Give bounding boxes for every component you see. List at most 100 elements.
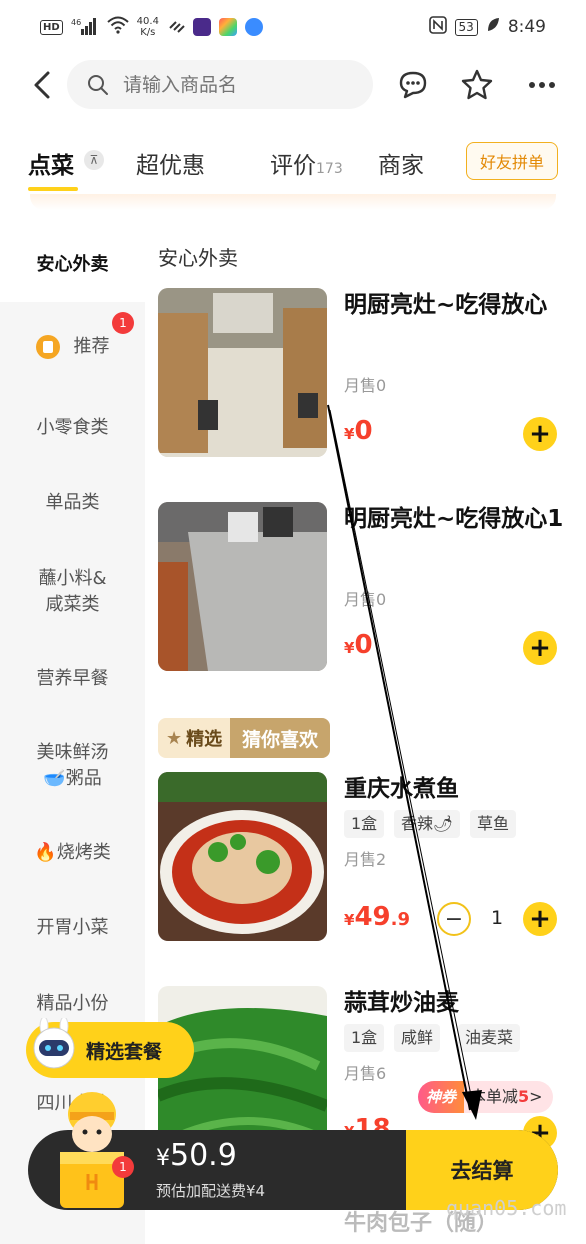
sidebar-item-label: 推荐 [73,336,110,357]
app-notification-icon [192,18,211,36]
item-name: 明厨亮灶~吃得放心1 [344,506,564,532]
sidebar-item-recommend[interactable]: 推荐 1 [0,312,145,360]
sidebar-item-single[interactable]: 单品类 [0,490,145,516]
sidebar-item-appetizers[interactable]: 开胃小菜 [0,915,145,941]
watermark-text: quan05.com [446,1196,567,1220]
sidebar-item-label: 蘸小料& [38,568,107,589]
price-symbol: ¥ [344,639,355,657]
item-name: 明厨亮灶~吃得放心 [344,292,548,318]
status-bar: HD 46 40.4 K/s 53 8:49 [0,0,586,54]
chat-bubble-icon [399,71,427,99]
item-name: 蒜茸炒油麦 [344,990,459,1016]
section-title: 安心外卖 [158,246,238,270]
price-symbol: ¥ [344,911,355,929]
increase-quantity-button[interactable]: + [523,902,557,936]
item-price: ¥0 [344,630,373,660]
search-icon [88,74,108,95]
star-icon: ★ [166,727,183,749]
coupon-promo[interactable]: 神券 本单减5> [418,1081,553,1113]
food-image[interactable] [158,772,327,941]
add-to-cart-button[interactable]: + [523,417,557,451]
pin-top-icon[interactable]: ⊼ [84,150,104,170]
link-icon [167,16,185,39]
monthly-sales: 月售0 [344,376,387,395]
group-order-button[interactable]: 好友拼单 [466,142,558,180]
sidebar-item-sauces[interactable]: 蘸小料& 咸菜类 [0,566,145,618]
leaf-icon [486,17,500,38]
star-icon [461,69,493,100]
top-navigation [0,60,586,110]
item-tags: 1盒 香辣🌶 草鱼 [344,810,574,838]
signal-icon: 46 [71,17,99,38]
jingxuan-text: 精选 [186,729,223,750]
more-button[interactable] [526,68,560,102]
nfc-icon [428,15,447,39]
food-image[interactable] [158,288,327,457]
network-speed: 40.4 K/s [136,16,159,38]
food-image[interactable] [158,502,327,671]
recommend-badge: 1 [112,312,134,334]
item-quantity: 1 [491,907,504,929]
active-tab-indicator [28,187,78,191]
item-tags: 1盒 咸鲜 油麦菜 [344,1024,574,1052]
sidebar-item-bbq[interactable]: 🔥烧烤类 [0,840,145,866]
music-icon [244,18,263,36]
price-fraction: .9 [390,909,410,930]
chevron-left-icon [34,71,50,99]
tag: 1盒 [344,810,385,838]
sidebar-item-label: 美味鲜汤 [36,742,109,763]
monthly-sales: 月售2 [344,850,387,869]
tag: 咸鲜 [394,1024,441,1052]
favorite-button[interactable] [460,68,494,102]
sidebar-item-label: 🥣粥品 [43,768,102,789]
tab-deals[interactable]: 超优惠 [136,146,205,180]
fish-dish-photo [158,772,327,941]
recommend-section-label: ★ 精选 猜你喜欢 [158,718,331,758]
price-value: 0 [354,416,373,446]
cart-total: ¥50.9 [156,1138,237,1173]
sidebar-item-breakfast[interactable]: 营养早餐 [0,666,145,692]
jingxuan-label: ★ 精选 [158,718,231,758]
search-bar[interactable] [67,60,373,109]
coupon-text: 本单减5> [464,1081,553,1113]
cart-mascot-icon[interactable]: 1 [52,1086,134,1216]
hd-indicator: HD [40,19,63,35]
tag: 香辣🌶 [394,810,461,838]
currency-symbol: ¥ [156,1146,170,1171]
menu-item[interactable]: 重庆水煮鱼 1盒 香辣🌶 草鱼 月售2 ¥49.9 − 1 + [158,772,578,942]
tab-order[interactable]: 点菜 [28,146,74,180]
back-button[interactable] [30,70,56,100]
tab-merchant[interactable]: 商家 [378,146,424,180]
cart-count-badge: 1 [112,1156,134,1178]
sidebar-item-anxin[interactable]: 安心外卖 [0,218,145,302]
tab-reviews-label: 评价 [270,153,316,179]
item-name: 重庆水煮鱼 [344,776,459,802]
coupon-label: 本单减 [470,1087,519,1106]
price-value: 0 [354,630,373,660]
sidebar-item-label: 咸菜类 [45,594,100,615]
monthly-sales: 月售0 [344,590,387,609]
sidebar-item-soup[interactable]: 美味鲜汤 🥣粥品 [0,740,145,792]
reviews-count: 173 [316,161,343,177]
tab-reviews[interactable]: 评价173 [270,146,343,180]
clock-time: 8:49 [507,17,546,37]
chevron-right-icon: > [529,1087,543,1106]
battery-indicator: 53 [454,18,478,36]
sidebar-item-snacks[interactable]: 小零食类 [0,415,145,441]
menu-item[interactable]: 明厨亮灶~吃得放心 月售0 ¥0 + [158,288,578,458]
tag: 1盒 [344,1024,385,1052]
more-dots-icon [529,82,555,88]
customer-service-button[interactable] [396,68,430,102]
menu-item[interactable]: 明厨亮灶~吃得放心1 月售0 ¥0 + [158,502,578,672]
delivery-fee: 预估加配送费¥4 [156,1182,266,1200]
monthly-sales: 月售6 [344,1064,387,1083]
svg-text:46: 46 [71,18,81,27]
add-to-cart-button[interactable]: + [523,631,557,665]
banner-strip [30,194,556,210]
recommend-icon [35,335,60,359]
guess-you-like-label: 猜你喜欢 [230,718,331,758]
search-input[interactable] [123,73,353,96]
coupon-amount: 5 [518,1087,530,1106]
decrease-quantity-button[interactable]: − [437,902,471,936]
sidebar-item-small-portions[interactable]: 精品小份 [0,991,145,1017]
